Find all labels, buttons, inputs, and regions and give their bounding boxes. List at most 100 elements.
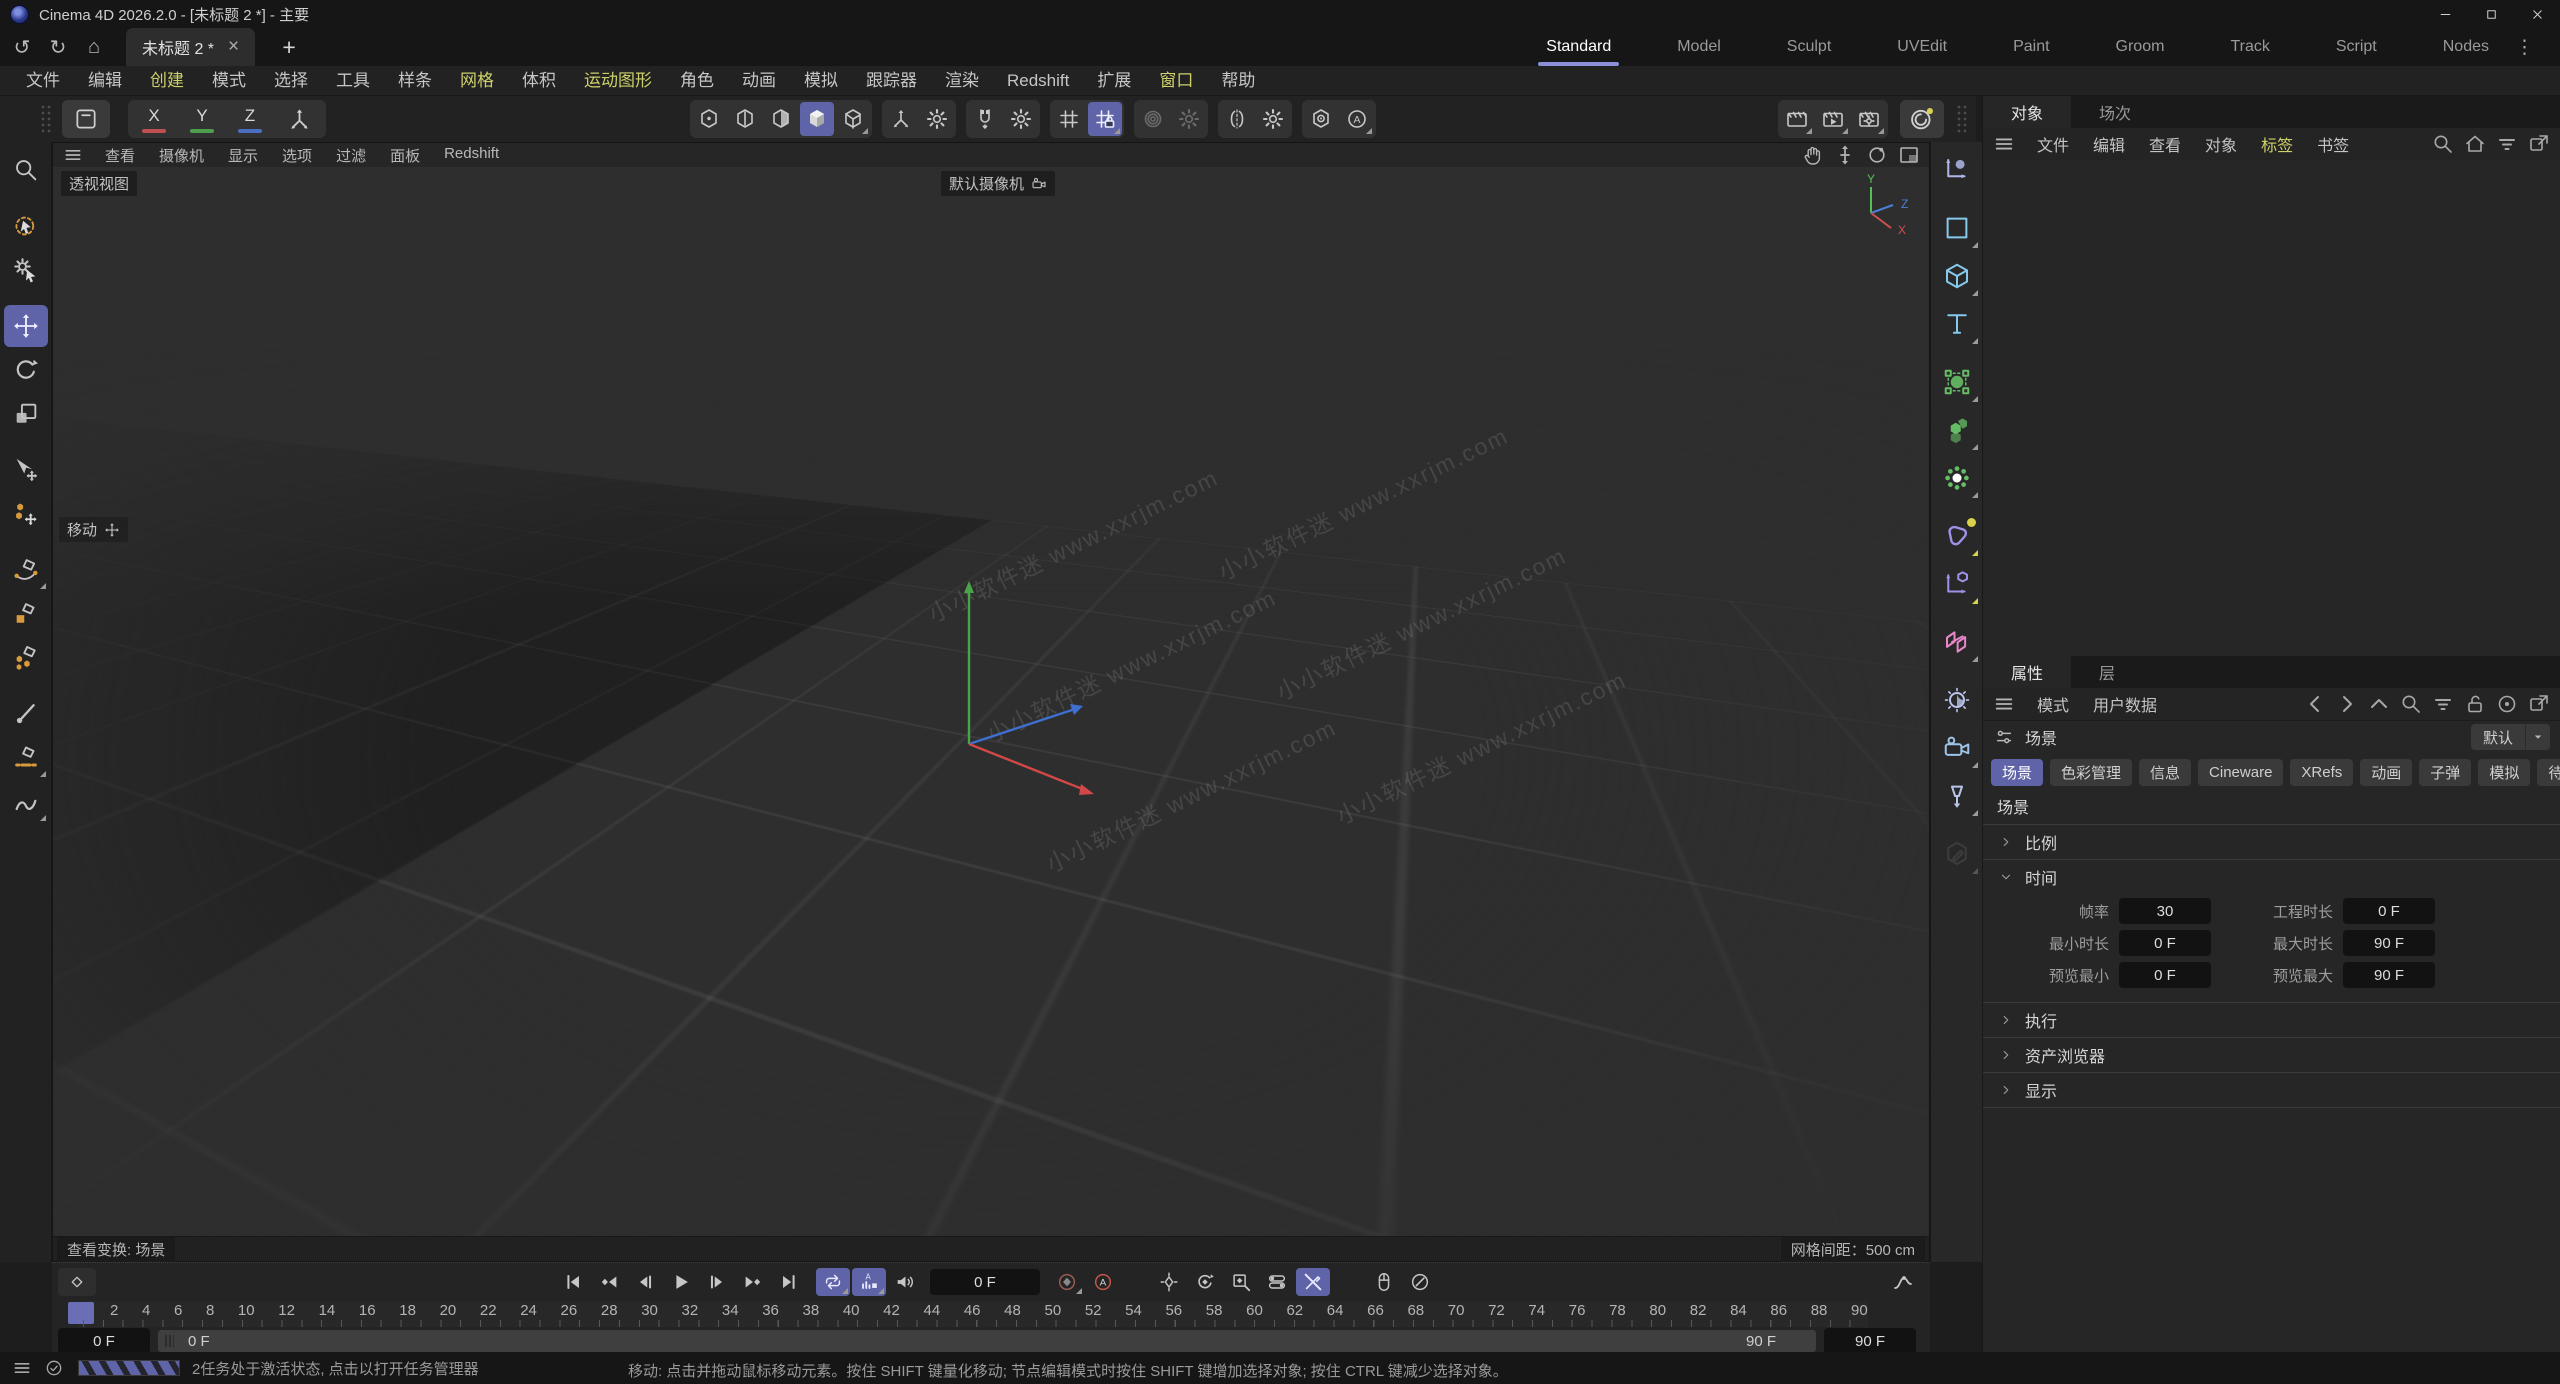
menu-选择[interactable]: 选择	[260, 66, 322, 96]
points-mode-button[interactable]	[692, 102, 726, 136]
rotate-tool[interactable]	[4, 349, 48, 391]
menu-文件[interactable]: 文件	[12, 66, 74, 96]
workplane-box-button[interactable]	[62, 100, 110, 138]
attr-menu-模式[interactable]: 模式	[2025, 692, 2081, 716]
om-menu-文件[interactable]: 文件	[2025, 132, 2081, 156]
object-manager-menu-icon[interactable]	[1993, 133, 2015, 155]
om-menu-书签[interactable]: 书签	[2305, 132, 2361, 156]
search-icon[interactable]	[2400, 693, 2422, 715]
task-progress-bar[interactable]	[78, 1360, 180, 1376]
menu-窗口[interactable]: 窗口	[1145, 66, 1207, 96]
show-fcurve-button[interactable]	[1886, 1268, 1920, 1296]
attr-chip-XRefs[interactable]: XRefs	[2290, 759, 2353, 786]
layout-tab-track[interactable]: Track	[2228, 32, 2271, 62]
viewport-menu-查看[interactable]: 查看	[93, 145, 147, 166]
attr-chip-待办事项[interactable]: 待办事项	[2537, 759, 2560, 786]
instance[interactable]	[1934, 620, 1980, 664]
panel-tab-属性[interactable]: 属性	[1983, 656, 2071, 688]
layout-tab-groom[interactable]: Groom	[2114, 32, 2167, 62]
home-icon[interactable]	[2464, 133, 2486, 155]
view-name-label[interactable]: 透视视图	[61, 171, 137, 196]
om-menu-标签[interactable]: 标签	[2249, 132, 2305, 156]
target-icon[interactable]	[2496, 693, 2518, 715]
play-button[interactable]	[664, 1268, 698, 1296]
layout-tab-paint[interactable]: Paint	[2011, 32, 2051, 62]
edges-mode-button[interactable]	[728, 102, 762, 136]
autokey-toggle-button[interactable]: A	[1086, 1268, 1120, 1296]
field-预览最小[interactable]: 0 F	[2119, 962, 2211, 988]
viewport-menu-面板[interactable]: 面板	[378, 145, 432, 166]
viewport-menu-Redshift[interactable]: Redshift	[432, 145, 511, 166]
redshift-renderer-button[interactable]	[1900, 100, 1944, 138]
open-new-icon[interactable]	[2528, 133, 2550, 155]
array-generator[interactable]	[1934, 408, 1980, 452]
layout-tab-nodes[interactable]: Nodes	[2441, 32, 2491, 62]
attr-chip-模拟[interactable]: 模拟	[2478, 759, 2530, 786]
commander-search-tool[interactable]	[4, 149, 48, 191]
menu-Redshift[interactable]: Redshift	[993, 66, 1083, 96]
object-list-empty[interactable]	[1983, 160, 2560, 657]
subdivision-surface[interactable]	[1934, 360, 1980, 404]
section-header-显示[interactable]: 显示	[1983, 1073, 2560, 1107]
status-menu-icon[interactable]	[12, 1358, 32, 1378]
menu-渲染[interactable]: 渲染	[931, 66, 993, 96]
toolbar-grip[interactable]	[1956, 104, 1968, 134]
task-status-text[interactable]: 2任务处于激活状态, 点击以打开任务管理器	[192, 1358, 479, 1379]
viewport-canvas[interactable]: 小小软件迷 www.xxrjm.com小小软件迷 www.xxrjm.com小小…	[53, 167, 1929, 1237]
toggle-view-button[interactable]	[1899, 145, 1919, 165]
go-to-start-button[interactable]	[556, 1268, 590, 1296]
menu-工具[interactable]: 工具	[322, 66, 384, 96]
menu-模拟[interactable]: 模拟	[790, 66, 852, 96]
new-tab-button[interactable]: +	[271, 31, 307, 63]
range-end-field[interactable]: 90 F	[1824, 1328, 1916, 1354]
home-button[interactable]: ⌂	[76, 31, 112, 63]
key-position-button[interactable]	[1152, 1268, 1186, 1296]
axis-workplane[interactable]	[1934, 562, 1980, 606]
om-menu-查看[interactable]: 查看	[2137, 132, 2193, 156]
autokey-range-button[interactable]: A	[852, 1268, 886, 1296]
model-mode-button[interactable]	[800, 102, 834, 136]
maximize-button[interactable]	[2468, 0, 2514, 28]
lock-open-icon[interactable]	[2464, 693, 2486, 715]
key-parameters-button[interactable]	[1260, 1268, 1294, 1296]
auto-switch-button[interactable]: A	[1340, 102, 1374, 136]
axis-mode-button[interactable]	[836, 102, 870, 136]
deformer[interactable]	[1934, 514, 1980, 558]
filter-icon[interactable]	[2496, 133, 2518, 155]
track-null-object[interactable]	[1934, 148, 1980, 192]
workplane-lock-button[interactable]	[1088, 102, 1122, 136]
tweak-tool[interactable]	[4, 249, 48, 291]
section-header-执行[interactable]: 执行	[1983, 1003, 2560, 1037]
render-view-button[interactable]	[1780, 102, 1814, 136]
axis-settings-button[interactable]	[920, 102, 954, 136]
viewport-menu-过滤[interactable]: 过滤	[324, 145, 378, 166]
viewport-menu-icon[interactable]	[63, 145, 83, 165]
toolbar-grip[interactable]	[40, 104, 52, 134]
brush-record-button[interactable]	[1403, 1268, 1437, 1296]
minimize-button[interactable]	[2422, 0, 2468, 28]
close-button[interactable]	[2514, 0, 2560, 28]
previous-key-button[interactable]	[592, 1268, 626, 1296]
preset-dropdown[interactable]: 默认	[2471, 724, 2550, 750]
scale-tool[interactable]	[4, 393, 48, 435]
range-start-field[interactable]: 0 F	[58, 1328, 150, 1354]
menu-编辑[interactable]: 编辑	[74, 66, 136, 96]
snap-settings-button[interactable]	[1004, 102, 1038, 136]
layout-tab-script[interactable]: Script	[2334, 32, 2379, 62]
dolly-view-button[interactable]	[1835, 145, 1855, 165]
key-rotation-button[interactable]	[1188, 1268, 1222, 1296]
polygon-pen-tool[interactable]	[4, 637, 48, 679]
viewport-menu-摄像机[interactable]: 摄像机	[147, 145, 216, 166]
attribute-menu-icon[interactable]	[1993, 693, 2015, 715]
filter-icon[interactable]	[2432, 693, 2454, 715]
attr-chip-场景[interactable]: 场景	[1991, 759, 2043, 786]
camera-object[interactable]	[1934, 726, 1980, 770]
layout-overflow-icon[interactable]: ⋮	[2515, 36, 2534, 59]
orbit-view-button[interactable]	[1867, 145, 1887, 165]
layout-tab-uvedit[interactable]: UVEdit	[1895, 32, 1949, 62]
symmetry-settings-button[interactable]	[1256, 102, 1290, 136]
panel-tab-场次[interactable]: 场次	[2071, 96, 2159, 128]
attr-menu-用户数据[interactable]: 用户数据	[2081, 692, 2169, 716]
menu-角色[interactable]: 角色	[666, 66, 728, 96]
sound-toggle-button[interactable]	[888, 1268, 922, 1296]
